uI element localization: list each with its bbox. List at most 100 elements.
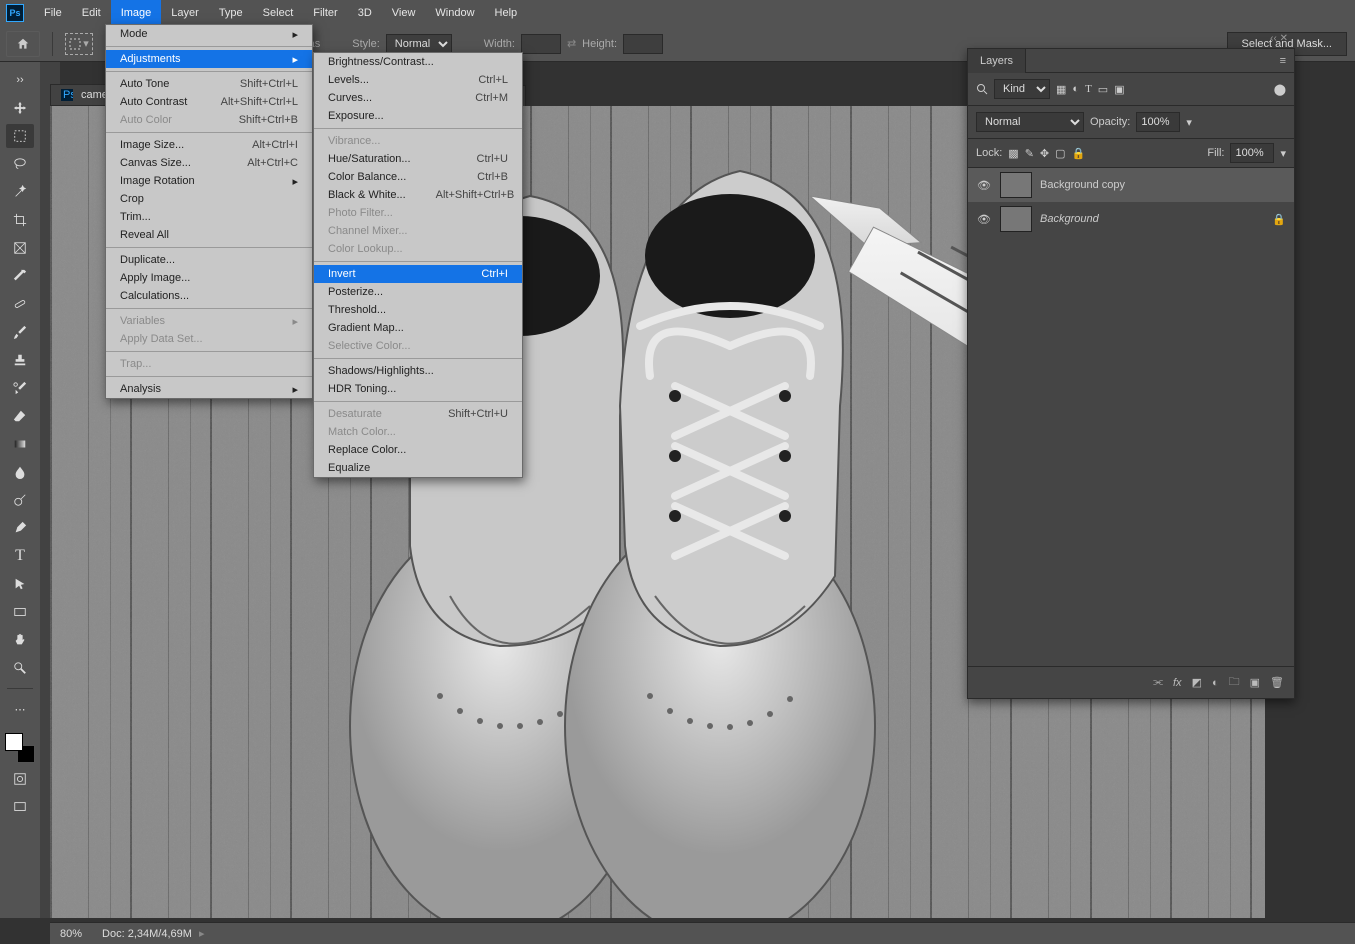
layer-fx-icon[interactable]: fx <box>1173 677 1182 689</box>
frame-tool[interactable] <box>6 236 34 260</box>
filter-smart-icon[interactable]: ▣ <box>1114 83 1124 96</box>
image-menu-analysis[interactable]: Analysis▸ <box>106 380 312 398</box>
chevron-right-icon[interactable]: ▸ <box>196 928 205 940</box>
magic-wand-tool[interactable] <box>6 180 34 204</box>
filter-kind-select[interactable]: Kind <box>994 79 1050 99</box>
adjustments-curves[interactable]: Curves...Ctrl+M <box>314 89 522 107</box>
filter-toggle[interactable]: ⬤ <box>1274 83 1286 96</box>
clone-stamp-tool[interactable] <box>6 348 34 372</box>
blur-tool[interactable] <box>6 460 34 484</box>
image-menu-reveal-all[interactable]: Reveal All <box>106 226 312 244</box>
filter-pixel-icon[interactable]: ▦ <box>1056 83 1066 96</box>
adjustments-gradient-map[interactable]: Gradient Map... <box>314 319 522 337</box>
adjustments-posterize[interactable]: Posterize... <box>314 283 522 301</box>
menu-layer[interactable]: Layer <box>161 0 209 26</box>
lock-transparency-icon[interactable]: ▩ <box>1008 147 1018 160</box>
layer-name[interactable]: Background copy <box>1040 179 1286 191</box>
adjustments-invert[interactable]: InvertCtrl+I <box>314 265 522 283</box>
image-menu-canvas-size[interactable]: Canvas Size...Alt+Ctrl+C <box>106 154 312 172</box>
layer-thumbnail[interactable] <box>1000 172 1032 198</box>
image-menu-apply-image[interactable]: Apply Image... <box>106 269 312 287</box>
menu-window[interactable]: Window <box>425 0 484 26</box>
chevron-down-icon[interactable]: ▾ <box>1280 147 1286 160</box>
menu-view[interactable]: View <box>382 0 426 26</box>
path-selection-tool[interactable] <box>6 572 34 596</box>
layer-row[interactable]: 👁 Background copy <box>968 168 1294 202</box>
foreground-color-swatch[interactable] <box>5 733 23 751</box>
image-menu-trim[interactable]: Trim... <box>106 208 312 226</box>
menu-image[interactable]: Image <box>111 0 162 26</box>
dodge-tool[interactable] <box>6 488 34 512</box>
image-menu-auto-contrast[interactable]: Auto ContrastAlt+Shift+Ctrl+L <box>106 93 312 111</box>
menu-filter[interactable]: Filter <box>303 0 347 26</box>
image-menu-adjustments[interactable]: Adjustments▸ <box>106 50 312 68</box>
type-tool[interactable]: T <box>6 544 34 568</box>
panel-menu-icon[interactable]: ≡ <box>1272 55 1294 67</box>
adjustments-black-white[interactable]: Black & White...Alt+Shift+Ctrl+B <box>314 186 522 204</box>
menu-help[interactable]: Help <box>485 0 528 26</box>
healing-brush-tool[interactable] <box>6 292 34 316</box>
adjustments-shadows-highlights[interactable]: Shadows/Highlights... <box>314 362 522 380</box>
pen-tool[interactable] <box>6 516 34 540</box>
swap-icon[interactable]: ⇄ <box>567 37 576 50</box>
fill-input[interactable] <box>1230 143 1274 163</box>
filter-shape-icon[interactable]: ▭ <box>1098 83 1108 96</box>
adjustments-color-balance[interactable]: Color Balance...Ctrl+B <box>314 168 522 186</box>
layer-row[interactable]: 👁Background🔒 <box>968 202 1294 236</box>
edit-toolbar[interactable]: ⋯ <box>6 697 34 721</box>
image-menu-duplicate[interactable]: Duplicate... <box>106 251 312 269</box>
color-swatches[interactable] <box>5 733 35 763</box>
image-menu-crop[interactable]: Crop <box>106 190 312 208</box>
history-brush-tool[interactable] <box>6 376 34 400</box>
adjustments-hdr-toning[interactable]: HDR Toning... <box>314 380 522 398</box>
gradient-tool[interactable] <box>6 432 34 456</box>
home-button[interactable] <box>6 31 40 57</box>
link-layers-icon[interactable]: ⫘ <box>1153 676 1163 689</box>
menu-edit[interactable]: Edit <box>72 0 111 26</box>
lock-all-icon[interactable]: 🔒 <box>1072 147 1086 160</box>
marquee-preset[interactable]: ▾ <box>65 33 93 55</box>
quick-mask-toggle[interactable] <box>6 767 34 791</box>
chevron-down-icon[interactable]: ▾ <box>1186 116 1192 129</box>
layers-tab[interactable]: Layers <box>968 49 1026 73</box>
adjustment-layer-icon[interactable]: ◐ <box>1212 677 1219 689</box>
filter-adjust-icon[interactable]: ◐ <box>1072 83 1079 95</box>
adjustments-replace-color[interactable]: Replace Color... <box>314 441 522 459</box>
layer-mask-icon[interactable]: ◩ <box>1192 676 1202 689</box>
brush-tool[interactable] <box>6 320 34 344</box>
adjustments-equalize[interactable]: Equalize <box>314 459 522 477</box>
eraser-tool[interactable] <box>6 404 34 428</box>
layer-name[interactable]: Background <box>1040 213 1264 225</box>
image-menu-calculations[interactable]: Calculations... <box>106 287 312 305</box>
zoom-tool[interactable] <box>6 656 34 680</box>
adjustments-brightness-contrast[interactable]: Brightness/Contrast... <box>314 53 522 71</box>
menu-select[interactable]: Select <box>253 0 304 26</box>
lock-artboard-icon[interactable]: ▢ <box>1055 147 1065 160</box>
move-tool[interactable] <box>6 96 34 120</box>
group-icon[interactable]: 🗀 <box>1229 673 1240 692</box>
lock-paint-icon[interactable]: ✎ <box>1025 147 1034 160</box>
image-menu-image-size[interactable]: Image Size...Alt+Ctrl+I <box>106 136 312 154</box>
collapse-handle[interactable]: ›› <box>6 68 34 92</box>
adjustments-hue-saturation[interactable]: Hue/Saturation...Ctrl+U <box>314 150 522 168</box>
new-layer-icon[interactable]: ▣ <box>1250 676 1260 689</box>
lasso-tool[interactable] <box>6 152 34 176</box>
crop-tool[interactable] <box>6 208 34 232</box>
menu-3d[interactable]: 3D <box>348 0 382 26</box>
hand-tool[interactable] <box>6 628 34 652</box>
menu-file[interactable]: File <box>34 0 72 26</box>
screen-mode-toggle[interactable] <box>6 795 34 819</box>
lock-position-icon[interactable]: ✥ <box>1040 147 1049 160</box>
filter-type-icon[interactable]: T <box>1085 83 1092 95</box>
menu-type[interactable]: Type <box>209 0 253 26</box>
eyedropper-tool[interactable] <box>6 264 34 288</box>
visibility-icon[interactable]: 👁 <box>976 213 992 226</box>
adjustments-exposure[interactable]: Exposure... <box>314 107 522 125</box>
opacity-input[interactable] <box>1136 112 1180 132</box>
adjustments-threshold[interactable]: Threshold... <box>314 301 522 319</box>
image-menu-image-rotation[interactable]: Image Rotation▸ <box>106 172 312 190</box>
visibility-icon[interactable]: 👁 <box>976 179 992 192</box>
layer-thumbnail[interactable] <box>1000 206 1032 232</box>
style-select[interactable]: Normal <box>386 34 452 54</box>
trash-icon[interactable]: 🗑 <box>1270 676 1284 689</box>
